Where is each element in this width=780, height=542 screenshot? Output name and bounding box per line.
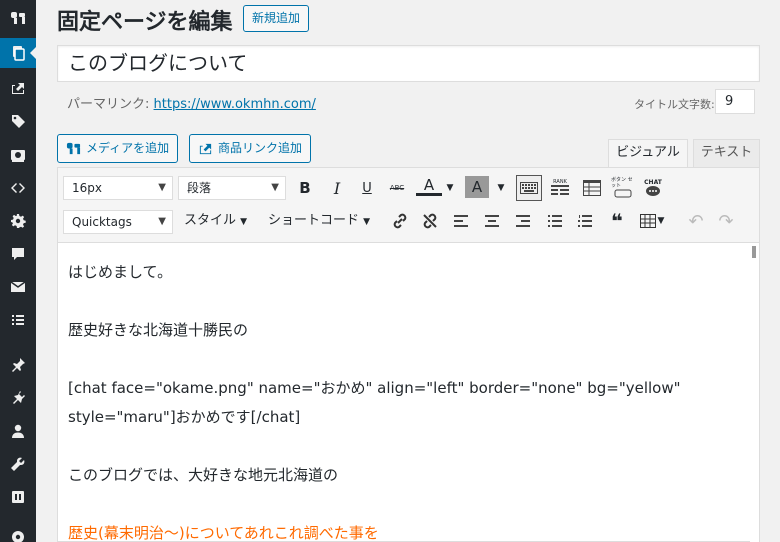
style-menu[interactable]: スタイル ▼ [184, 209, 247, 234]
add-product-link-label: 商品リンク追加 [218, 141, 303, 155]
italic-button[interactable]: I [326, 176, 348, 200]
page-title: 固定ページを編集 [57, 10, 233, 35]
paragraph-select[interactable]: 段落 ▼ [178, 176, 286, 200]
add-product-link-button[interactable]: 商品リンク追加 [189, 134, 312, 163]
chat-label: CHAT [644, 178, 662, 186]
quicktags-value: Quicktags [72, 215, 132, 229]
blockquote-icon[interactable]: ❝ [606, 209, 628, 233]
content-line-highlight: 歴史(幕末明治〜)についてあれこれ調べた事を [68, 524, 379, 542]
plugin-icon[interactable] [0, 383, 36, 413]
chevron-down-icon: ▼ [240, 217, 248, 227]
editor: 16px ▼ 段落 ▼ B I U ABC A ▼ A ▼ RANK ボタン セ… [57, 167, 760, 542]
content-line: はじめまして。 [68, 263, 173, 281]
pin-icon[interactable] [0, 350, 36, 380]
unlink-icon[interactable] [419, 209, 441, 233]
numbered-list-icon[interactable] [574, 209, 596, 233]
keyboard-icon[interactable] [516, 175, 542, 201]
chat-button[interactable]: CHAT [641, 176, 665, 200]
title-input[interactable]: このブログについて [57, 45, 760, 82]
mail-icon[interactable] [0, 272, 36, 302]
admin-sidebar [0, 0, 37, 542]
add-media-label: メディアを追加 [86, 141, 170, 155]
char-count-field[interactable]: 9 [715, 89, 755, 114]
list-icon[interactable] [0, 305, 36, 335]
analytics-icon[interactable] [0, 3, 36, 33]
bold-button[interactable]: B [294, 176, 316, 200]
editor-content[interactable]: はじめまして。 歴史好きな北海道十勝民の [chat face="okame.p… [58, 244, 750, 542]
camera-icon[interactable] [0, 140, 36, 170]
font-color-button[interactable]: A [416, 176, 442, 196]
chevron-down-icon: ▼ [271, 182, 279, 193]
align-right-icon[interactable] [512, 209, 534, 233]
redo-icon[interactable]: ↷ [715, 209, 737, 233]
chevron-down-icon[interactable]: ▼ [495, 176, 507, 200]
gear-icon[interactable] [0, 206, 36, 236]
permalink: パーマリンク: https://www.okmhn.com/ [67, 93, 316, 112]
table-icon[interactable]: ▼ [637, 209, 667, 233]
underline-button[interactable]: U [356, 176, 378, 200]
add-media-button[interactable]: メディアを追加 [57, 134, 179, 163]
export-icon [199, 143, 212, 155]
align-left-icon[interactable] [450, 209, 472, 233]
style-label: スタイル [184, 213, 237, 228]
scrollbar-thumb[interactable] [752, 246, 756, 258]
content-line: [chat face="okame.png" name="おかめ" align=… [68, 379, 681, 397]
content-line: style="maru"]おかめです[/chat] [68, 408, 301, 426]
bulleted-list-icon[interactable] [544, 209, 566, 233]
comment-icon[interactable] [0, 239, 36, 269]
wrench-icon[interactable] [0, 449, 36, 479]
quicktags-select[interactable]: Quicktags ▼ [63, 210, 173, 234]
gear-icon[interactable] [0, 522, 36, 542]
chat-icon [646, 185, 660, 196]
add-new-button[interactable]: 新規追加 [243, 5, 310, 32]
font-size-value: 16px [72, 181, 102, 195]
chevron-down-icon[interactable]: ▼ [444, 176, 456, 200]
shortcode-label: ショートコード [268, 213, 360, 228]
align-center-icon[interactable] [481, 209, 503, 233]
chevron-down-icon: ▼ [158, 216, 166, 227]
tab-text[interactable]: テキスト [693, 139, 760, 167]
button-set-button[interactable]: ボタン セット [611, 176, 635, 200]
bg-color-button[interactable]: A [465, 176, 489, 198]
rank-icon [551, 185, 569, 195]
char-count-label: タイトル文字数: [634, 98, 715, 111]
button-set-icon [614, 189, 632, 198]
content-line: 歴史好きな北海道十勝民の [68, 321, 249, 339]
app: 固定ページを編集 新規追加 このブログについて パーマリンク: https://… [0, 0, 780, 542]
link-icon[interactable] [389, 209, 411, 233]
permalink-label: パーマリンク: [67, 97, 150, 112]
settings-icon[interactable] [0, 482, 36, 512]
export-icon[interactable] [0, 73, 36, 103]
table-style-icon[interactable] [581, 176, 603, 200]
media-icon [66, 142, 81, 155]
editor-toolbar: 16px ▼ 段落 ▼ B I U ABC A ▼ A ▼ RANK ボタン セ… [58, 168, 759, 243]
strikethrough-button[interactable]: ABC [386, 176, 408, 200]
shortcode-menu[interactable]: ショートコード ▼ [268, 209, 370, 234]
code-icon[interactable] [0, 173, 36, 203]
user-icon[interactable] [0, 416, 36, 446]
rank-button[interactable]: RANK [549, 176, 571, 200]
content-line: このブログでは、大好きな地元北海道の [68, 466, 339, 484]
font-size-select[interactable]: 16px ▼ [63, 176, 173, 200]
tab-visual[interactable]: ビジュアル [608, 139, 688, 168]
paragraph-value: 段落 [187, 181, 212, 195]
permalink-link[interactable]: https://www.okmhn.com/ [154, 97, 316, 112]
undo-icon[interactable]: ↶ [685, 209, 707, 233]
tag-icon[interactable] [0, 106, 36, 136]
chevron-down-icon: ▼ [158, 182, 166, 193]
editor-scrollbar[interactable] [750, 244, 759, 542]
pages-icon[interactable] [0, 38, 37, 68]
chevron-down-icon: ▼ [363, 217, 371, 227]
button-set-label: ボタン セット [611, 177, 633, 189]
